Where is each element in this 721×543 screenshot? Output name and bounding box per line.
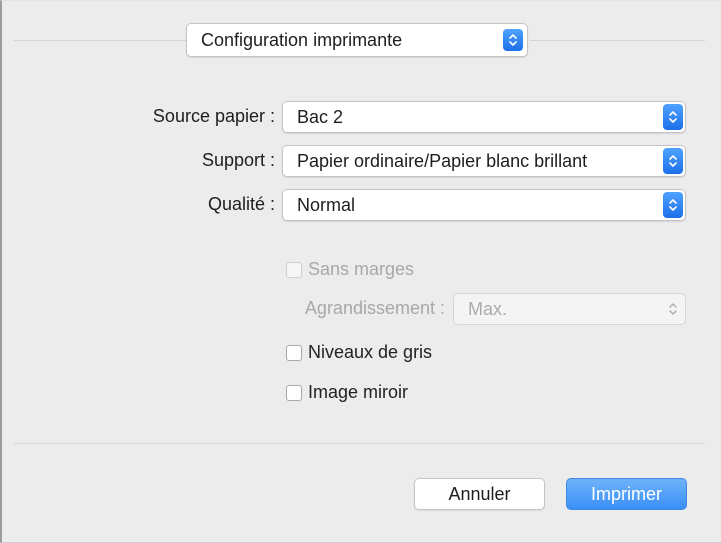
source-select[interactable]: Bac 2 xyxy=(282,101,686,133)
expansion-label: Agrandissement : xyxy=(304,298,445,318)
print-button[interactable]: Imprimer xyxy=(566,478,687,510)
panel-select[interactable]: Configuration imprimante xyxy=(186,23,528,57)
chevron-updown-icon xyxy=(663,192,683,218)
chevron-updown-icon xyxy=(663,104,683,130)
chevron-updown-icon xyxy=(663,296,683,322)
header-divider-right xyxy=(530,40,705,41)
support-select[interactable]: Papier ordinaire/Papier blanc brillant xyxy=(282,145,686,177)
footer-divider xyxy=(14,443,705,444)
grayscale-checkbox[interactable] xyxy=(286,344,302,361)
support-value: Papier ordinaire/Papier blanc brillant xyxy=(297,150,588,171)
borderless-label: Sans marges xyxy=(308,259,415,279)
quality-select[interactable]: Normal xyxy=(282,189,686,221)
borderless-checkbox-row[interactable]: Sans marges xyxy=(286,259,414,280)
cancel-button[interactable]: Annuler xyxy=(414,478,545,510)
source-label: Source papier : xyxy=(152,106,275,126)
quality-value: Normal xyxy=(297,194,356,215)
chevron-updown-icon xyxy=(503,29,523,51)
borderless-checkbox[interactable] xyxy=(286,261,302,278)
grayscale-label: Niveaux de gris xyxy=(308,342,433,362)
support-label: Support : xyxy=(201,150,275,170)
mirror-checkbox-row[interactable]: Image miroir xyxy=(286,382,408,403)
chevron-updown-icon xyxy=(663,148,683,174)
mirror-label: Image miroir xyxy=(308,382,409,402)
header-divider-left xyxy=(14,40,186,41)
source-value: Bac 2 xyxy=(297,106,344,127)
grayscale-checkbox-row[interactable]: Niveaux de gris xyxy=(286,342,432,363)
panel-select-value: Configuration imprimante xyxy=(201,29,403,50)
expansion-select[interactable]: Max. xyxy=(453,293,686,325)
mirror-checkbox[interactable] xyxy=(286,384,302,401)
quality-label: Qualité : xyxy=(207,194,275,214)
expansion-value: Max. xyxy=(468,298,508,319)
